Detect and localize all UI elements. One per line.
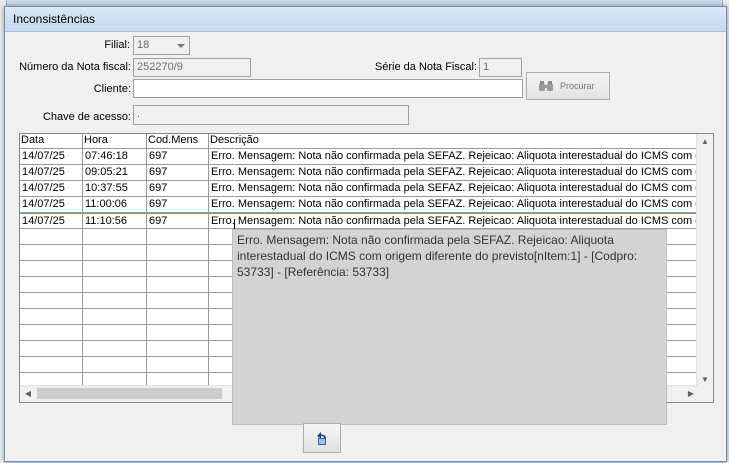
procurar-button[interactable]: Procurar (526, 72, 610, 100)
table-row[interactable]: 14/07/25 11:10:56 697 Erro. Mensagem: Nota … (20, 213, 699, 229)
cell-hora[interactable] (83, 341, 147, 357)
filial-label: Filial: (104, 39, 130, 51)
cell-cod-mens[interactable] (147, 341, 209, 357)
numero-nota-label: Número da Nota fiscal: (19, 61, 131, 73)
cell-cod-mens[interactable] (147, 261, 209, 277)
window-title: Inconsistências (13, 12, 96, 26)
cell-cod-mens[interactable]: 697 (147, 181, 209, 197)
cell-data[interactable]: 14/07/25 (20, 197, 83, 213)
cell-hora[interactable] (83, 277, 147, 293)
table-row[interactable]: 14/07/25 11:00:06 697 Erro. Mensagem: Nota … (20, 197, 699, 213)
serie-nota-label: Série da Nota Fiscal: (374, 61, 477, 73)
cell-data[interactable] (20, 261, 83, 277)
cell-data[interactable] (20, 341, 83, 357)
cell-data[interactable] (20, 357, 83, 373)
cell-hora[interactable]: 11:00:06 (83, 197, 147, 213)
cell-hora[interactable] (83, 229, 147, 245)
cell-hora[interactable] (83, 261, 147, 277)
horizontal-scroll-thumb[interactable] (37, 388, 222, 399)
cell-hora[interactable] (83, 245, 147, 261)
cell-hora[interactable] (83, 325, 147, 341)
cell-data[interactable] (20, 325, 83, 341)
table-row[interactable]: 14/07/25 07:46:18 697 Erro. Mensagem: Nota … (20, 149, 699, 165)
cell-data[interactable] (20, 293, 83, 309)
cell-cod-mens[interactable] (147, 309, 209, 325)
binoculars-icon (539, 80, 553, 92)
vertical-scrollbar[interactable]: ▲ ▼ (696, 134, 713, 388)
cell-cod-mens[interactable]: 697 (147, 197, 209, 213)
column-header-hora[interactable]: Hora (83, 134, 147, 149)
description-tooltip: Erro. Mensagem: Nota não confirmada pela… (232, 229, 667, 425)
table-row[interactable]: 14/07/25 09:05:21 697 Erro. Mensagem: Nota … (20, 165, 699, 181)
filial-value: 18 (137, 39, 150, 51)
column-header-descricao[interactable]: Descrição (209, 134, 699, 149)
cell-data[interactable]: 14/07/25 (20, 149, 83, 165)
cell-hora[interactable]: 07:46:18 (83, 149, 147, 165)
cell-cod-mens[interactable] (147, 293, 209, 309)
cell-descricao[interactable]: Erro. Mensagem: Nota não confirmada pela… (209, 165, 699, 181)
chevron-down-icon[interactable] (173, 38, 188, 53)
cell-cod-mens[interactable]: 697 (147, 213, 209, 229)
numero-nota-field[interactable]: 252270/9 (133, 58, 251, 77)
cell-cod-mens[interactable]: 697 (147, 165, 209, 181)
cell-data[interactable] (20, 229, 83, 245)
undo-arrow-icon (314, 430, 330, 446)
cell-hora[interactable]: 09:05:21 (83, 165, 147, 181)
cell-data[interactable] (20, 309, 83, 325)
cell-hora[interactable] (83, 357, 147, 373)
cell-cod-mens[interactable] (147, 245, 209, 261)
cell-hora[interactable] (83, 309, 147, 325)
filial-combo[interactable]: 18 (133, 36, 190, 55)
cell-cod-mens[interactable] (147, 357, 209, 373)
cell-descricao[interactable]: Erro. Mensagem: Nota não confirmada pela… (209, 181, 699, 197)
chave-acesso-label: Chave de acesso: (42, 111, 131, 123)
cell-data[interactable]: 14/07/25 (20, 213, 83, 229)
cell-cod-mens[interactable] (147, 229, 209, 245)
serie-nota-field[interactable]: 1 (479, 58, 522, 77)
cell-data[interactable] (20, 245, 83, 261)
column-header-data[interactable]: Data (20, 134, 83, 149)
cell-hora[interactable]: 11:10:56 (83, 213, 147, 229)
column-header-cod-mens[interactable]: Cod.Mens (147, 134, 209, 149)
scrollbar-corner (697, 386, 713, 402)
cell-data[interactable]: 14/07/25 (20, 165, 83, 181)
back-button[interactable] (303, 423, 341, 453)
cell-data[interactable]: 14/07/25 (20, 181, 83, 197)
cell-cod-mens[interactable]: 697 (147, 149, 209, 165)
cell-descricao[interactable]: Erro. Mensagem: Nota não confirmada pela… (209, 149, 699, 165)
cell-cod-mens[interactable] (147, 325, 209, 341)
cell-cod-mens[interactable] (147, 277, 209, 293)
cell-hora[interactable]: 10:37:55 (83, 181, 147, 197)
cliente-label: Cliente: (93, 83, 131, 95)
inconsistencias-dialog: Inconsistências Filial: 18 Número da Not… (4, 6, 727, 462)
table-row[interactable]: 14/07/25 10:37:55 697 Erro. Mensagem: Nota … (20, 181, 699, 197)
scroll-up-arrow-icon[interactable]: ▲ (697, 134, 713, 150)
scroll-left-arrow-icon[interactable]: ◀ (20, 386, 36, 402)
title-bar[interactable]: Inconsistências (5, 7, 726, 32)
cliente-field[interactable] (133, 79, 523, 98)
chave-acesso-field[interactable]: . (133, 105, 409, 125)
cell-descricao[interactable]: Erro. Mensagem: Nota não confirmada pela… (209, 197, 699, 213)
cell-data[interactable] (20, 277, 83, 293)
cell-hora[interactable] (83, 293, 147, 309)
cell-descricao[interactable]: Erro. Mensagem: Nota não confirmada pela… (209, 213, 699, 229)
procurar-label: Procurar (560, 81, 595, 91)
